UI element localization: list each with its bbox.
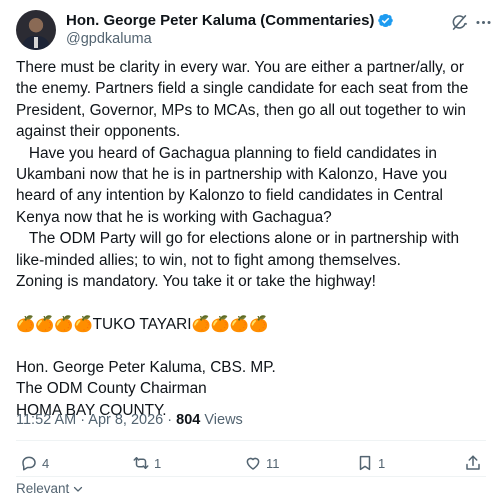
tweet-timestamp[interactable]: 11:52 AM · Apr 8, 2026 · bbox=[16, 412, 176, 428]
author-name-row[interactable]: Hon. George Peter Kaluma (Commentaries) bbox=[66, 11, 394, 30]
tweet: Hon. George Peter Kaluma (Commentaries) … bbox=[0, 0, 498, 501]
like-count: 11 bbox=[266, 455, 280, 471]
tweet-meta: 11:52 AM · Apr 8, 2026 · 804 Views bbox=[16, 412, 243, 428]
like-button[interactable]: 11 bbox=[244, 452, 280, 474]
bookmark-button[interactable]: 1 bbox=[356, 452, 385, 474]
bookmark-icon bbox=[359, 455, 371, 471]
repost-count: 1 bbox=[154, 455, 162, 471]
chevron-down-icon bbox=[74, 486, 83, 492]
like-icon bbox=[246, 457, 260, 470]
bookmark-count: 1 bbox=[378, 455, 386, 471]
divider bbox=[16, 440, 486, 441]
divider bbox=[16, 476, 486, 477]
more-icon[interactable] bbox=[474, 13, 493, 32]
tweet-header: Hon. George Peter Kaluma (Commentaries) … bbox=[16, 10, 491, 50]
author-handle[interactable]: @gpdkaluma bbox=[66, 31, 152, 47]
author-name[interactable]: Hon. George Peter Kaluma (Commentaries) bbox=[66, 12, 374, 29]
sort-relevant-button[interactable]: Relevant bbox=[16, 481, 84, 496]
action-bar: 4 1 11 1 bbox=[16, 452, 486, 474]
grok-icon[interactable] bbox=[450, 13, 469, 32]
reply-count: 4 bbox=[42, 455, 50, 471]
repost-icon bbox=[133, 457, 149, 469]
views-count: 804 bbox=[176, 412, 201, 428]
views-label: Views bbox=[200, 412, 243, 428]
reply-icon bbox=[22, 456, 36, 471]
share-icon bbox=[466, 455, 480, 470]
avatar[interactable] bbox=[16, 10, 56, 50]
reply-button[interactable]: 4 bbox=[20, 452, 49, 474]
sort-label: Relevant bbox=[16, 481, 70, 496]
verified-badge-icon bbox=[378, 14, 394, 27]
share-button[interactable] bbox=[464, 452, 482, 474]
repost-button[interactable]: 1 bbox=[132, 452, 161, 474]
tweet-text: There must be clarity in every war. You … bbox=[16, 59, 469, 419]
